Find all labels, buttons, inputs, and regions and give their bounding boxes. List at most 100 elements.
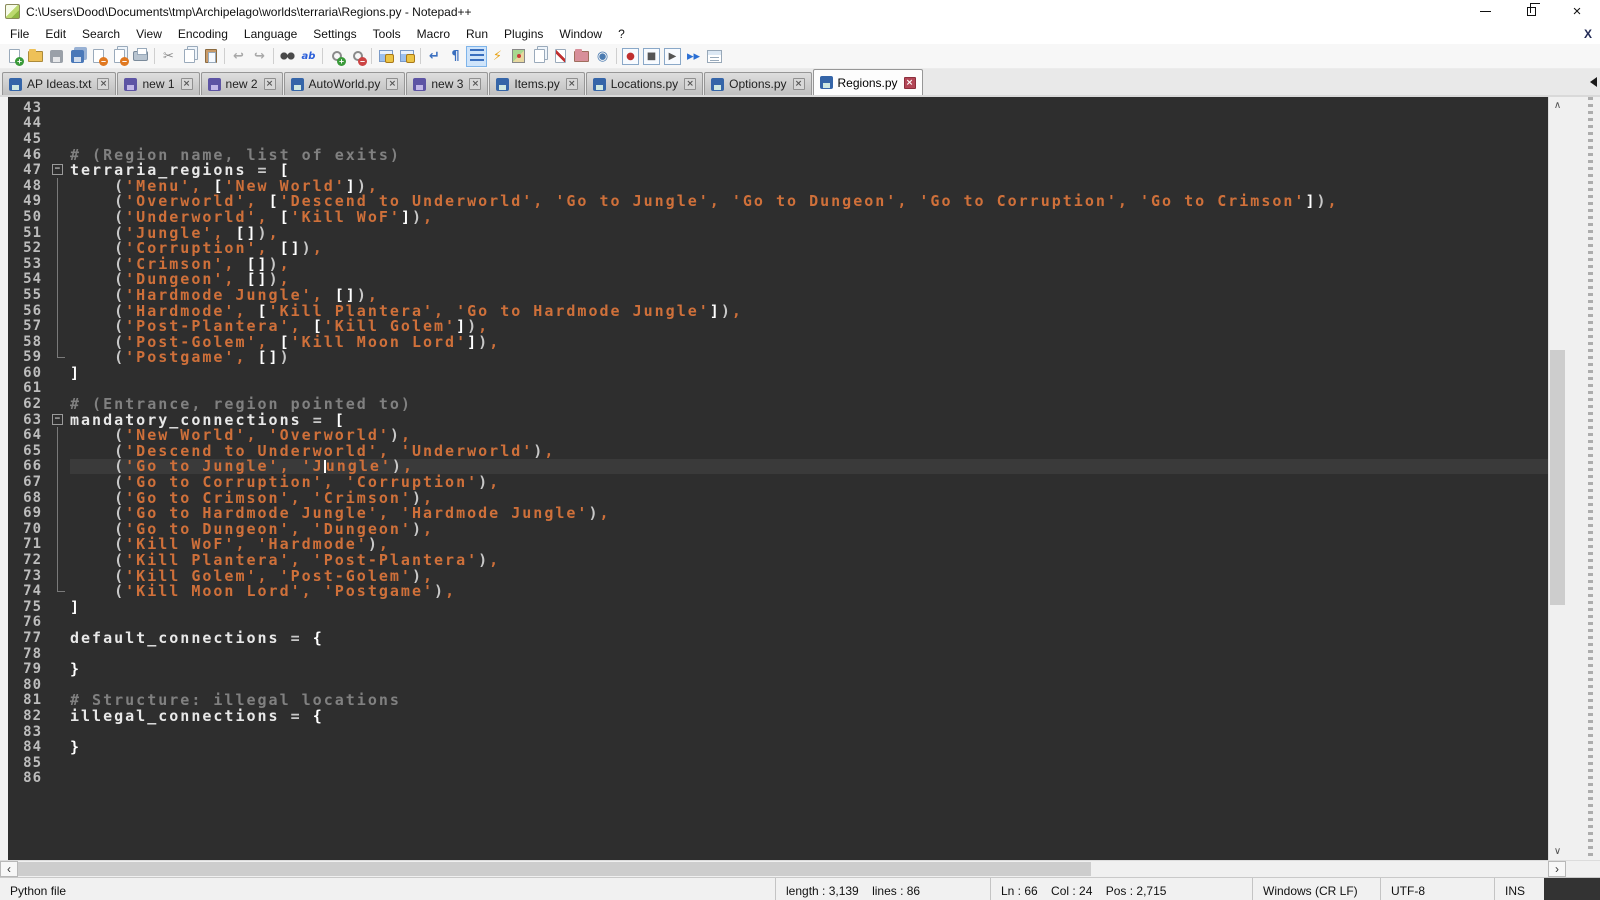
code-text[interactable] [70,116,1548,132]
zoom-out-icon[interactable]: − [347,46,368,67]
code-text[interactable]: ('Postgame', []) [70,350,1548,366]
tab-ap-ideas-txt[interactable]: AP Ideas.txt× [2,72,116,95]
horizontal-scroll-thumb[interactable] [18,862,1091,876]
macro-record-icon[interactable]: ● [620,46,641,67]
menu-encoding[interactable]: Encoding [170,25,236,43]
close-document-icon[interactable]: − [88,46,109,67]
find-icon[interactable] [277,46,298,67]
tab-new-2[interactable]: new 2× [201,72,283,95]
macro-run-multiple-icon[interactable]: ▸▸ [683,46,704,67]
vertical-scroll-thumb[interactable] [1550,350,1565,605]
tab-close-icon[interactable]: × [904,77,916,89]
copy-icon[interactable] [179,46,200,67]
scroll-right-icon[interactable]: › [1548,861,1566,877]
code-text[interactable]: mandatory_connections = [ [70,412,1548,428]
menu-window[interactable]: Window [551,25,610,43]
code-text[interactable]: ('New World', 'Overworld'), [70,427,1548,443]
replace-icon[interactable]: ab [298,46,319,67]
menu-view[interactable]: View [128,25,170,43]
code-text[interactable]: ('Hardmode', ['Kill Plantera', 'Go to Ha… [70,303,1548,319]
code-text[interactable] [70,615,1548,631]
code-text[interactable]: terraria_regions = [ [70,162,1548,178]
new-file-icon[interactable]: + [4,46,25,67]
menu-settings[interactable]: Settings [305,25,364,43]
code-editor[interactable]: 43444546# (Region name, list of exits)47… [8,95,1548,860]
menu-run[interactable]: Run [458,25,496,43]
fold-collapse-icon[interactable]: − [52,414,63,425]
horizontal-scrollbar[interactable]: ‹ › [0,860,1600,877]
undo-icon[interactable]: ↩ [228,46,249,67]
show-all-characters-icon[interactable]: ¶ [445,46,466,67]
tab-new-3[interactable]: new 3× [406,72,488,95]
document-map-icon[interactable] [508,46,529,67]
code-text[interactable]: ('Descend to Underworld', 'Underworld'), [70,443,1548,459]
menu-help[interactable]: ? [610,25,633,43]
code-text[interactable]: ('Hardmode Jungle', []), [70,287,1548,303]
tab-close-icon[interactable]: × [793,78,805,90]
minimize-button[interactable] [1462,0,1508,23]
code-text[interactable]: ('Crimson', []), [70,256,1548,272]
restore-button[interactable] [1508,0,1554,23]
open-file-icon[interactable] [25,46,46,67]
tab-locations-py[interactable]: Locations.py× [586,72,703,95]
project-panel-icon[interactable] [571,46,592,67]
define-language-icon[interactable]: ⚡ [487,46,508,67]
tab-regions-py[interactable]: Regions.py× [813,69,923,95]
document-list-icon[interactable] [529,46,550,67]
show-indent-guide-icon[interactable] [466,46,487,67]
code-text[interactable]: } [70,661,1548,677]
code-text[interactable]: ] [70,365,1548,381]
vertical-scrollbar[interactable]: ∧ ∨ [1548,95,1566,860]
tab-options-py[interactable]: Options.py× [704,72,811,95]
tab-close-icon[interactable]: × [264,78,276,90]
save-all-icon[interactable] [67,46,88,67]
code-text[interactable]: ('Post-Golem', ['Kill Moon Lord']), [70,334,1548,350]
horizontal-scroll-track[interactable] [18,861,1548,877]
print-icon[interactable] [130,46,151,67]
code-text[interactable]: ('Post-Plantera', ['Kill Golem']), [70,318,1548,334]
code-text[interactable]: ('Corruption', []), [70,240,1548,256]
code-text[interactable]: ('Go to Corruption', 'Corruption'), [70,474,1548,490]
sync-vertical-scrolling-icon[interactable] [375,46,396,67]
code-text[interactable] [70,100,1548,116]
code-text[interactable]: ('Kill WoF', 'Hardmode'), [70,537,1548,553]
code-text[interactable]: ('Underworld', ['Kill WoF']), [70,209,1548,225]
status-insert-mode[interactable]: INS [1494,878,1544,900]
code-text[interactable] [70,724,1548,740]
tab-close-icon[interactable]: × [386,78,398,90]
docked-panel-grip[interactable] [1588,97,1593,860]
tab-scroll-left-icon[interactable] [1590,77,1597,87]
scroll-left-icon[interactable]: ‹ [0,861,18,877]
code-text[interactable]: ('Dungeon', []), [70,272,1548,288]
menu-plugins[interactable]: Plugins [496,25,551,43]
paste-icon[interactable] [200,46,221,67]
menu-language[interactable]: Language [236,25,305,43]
menu-tools[interactable]: Tools [365,25,409,43]
macro-stop-icon[interactable]: ■ [641,46,662,67]
menu-edit[interactable]: Edit [37,25,74,43]
macro-save-icon[interactable] [704,46,725,67]
function-list-icon[interactable] [550,46,571,67]
sync-horizontal-scrolling-icon[interactable] [396,46,417,67]
code-text[interactable] [70,755,1548,771]
code-text[interactable]: ('Menu', ['New World']), [70,178,1548,194]
save-icon[interactable] [46,46,67,67]
scroll-down-icon[interactable]: ∨ [1549,843,1566,860]
code-text[interactable]: ('Go to Jungle', 'Jungle'), [70,459,1548,475]
code-text[interactable] [70,381,1548,397]
file-monitoring-icon[interactable]: ◉ [592,46,613,67]
code-text[interactable]: } [70,739,1548,755]
code-text[interactable]: ('Jungle', []), [70,225,1548,241]
code-text[interactable] [70,771,1548,787]
tab-close-icon[interactable]: × [566,78,578,90]
tab-close-icon[interactable]: × [469,78,481,90]
redo-icon[interactable]: ↪ [249,46,270,67]
tab-close-icon[interactable]: × [97,78,109,90]
code-text[interactable]: illegal_connections = { [70,708,1548,724]
menu-file[interactable]: File [2,25,37,43]
tab-items-py[interactable]: Items.py× [489,72,584,95]
cut-icon[interactable]: ✂ [158,46,179,67]
menu-search[interactable]: Search [74,25,128,43]
code-text[interactable] [70,131,1548,147]
code-text[interactable]: # Structure: illegal locations [70,693,1548,709]
